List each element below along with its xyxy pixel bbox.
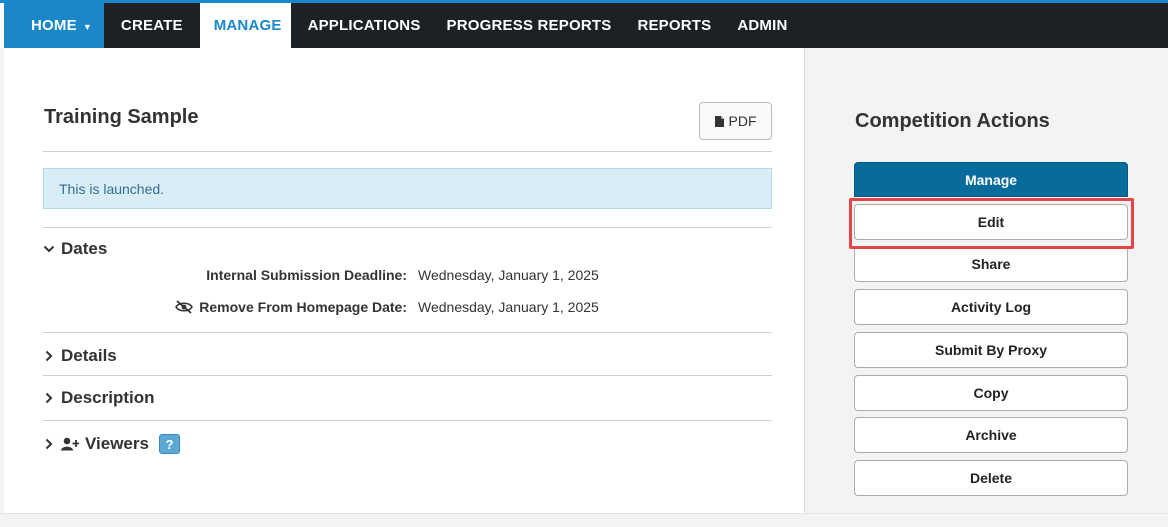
main-panel: Training Sample PDF This is launched. Da… [4,48,804,513]
section-dates-label: Dates [61,239,108,258]
nav-applications[interactable]: APPLICATIONS [295,3,434,48]
submit-by-proxy-button[interactable]: Submit By Proxy [854,332,1128,368]
section-divider [43,420,772,421]
title-divider [43,151,772,152]
section-divider [43,332,772,333]
remove-homepage-label-text: Remove From Homepage Date: [199,299,407,315]
section-dates-toggle[interactable]: Dates [43,239,107,259]
user-plus-icon [61,437,79,451]
caret-down-icon: ▼ [82,21,92,32]
pdf-button-label: PDF [728,113,757,129]
edit-button[interactable]: Edit [854,204,1128,240]
chevron-right-icon [45,350,53,362]
section-divider [43,227,772,228]
nav-reports[interactable]: REPORTS [624,3,724,48]
internal-deadline-label-text: Internal Submission Deadline: [206,267,407,283]
activity-log-button[interactable]: Activity Log [854,289,1128,325]
help-badge[interactable]: ? [158,434,180,454]
manage-button[interactable]: Manage [854,162,1128,197]
internal-deadline-value: Wednesday, January 1, 2025 [418,267,599,283]
section-divider [43,375,772,376]
share-button[interactable]: Share [854,246,1128,282]
nav-admin[interactable]: ADMIN [724,3,800,48]
status-alert: This is launched. [43,168,772,209]
nav-manage[interactable]: MANAGE [199,3,291,48]
nav-home[interactable]: HOME ▼ [4,3,104,48]
copy-button[interactable]: Copy [854,375,1128,411]
internal-deadline-label: Internal Submission Deadline: [206,267,407,283]
section-details-label: Details [61,346,117,365]
footer-bar [0,513,1168,527]
chevron-right-icon [45,438,53,450]
nav-home-label: HOME [31,17,77,34]
remove-homepage-label: Remove From Homepage Date: [175,299,407,315]
competition-actions-title: Competition Actions [855,110,1050,132]
archive-button[interactable]: Archive [854,417,1128,453]
delete-button[interactable]: Delete [854,460,1128,496]
nav-progress-reports[interactable]: PROGRESS REPORTS [434,3,625,48]
pdf-button[interactable]: PDF [699,102,772,140]
section-viewers-toggle[interactable]: Viewers ? [43,434,180,454]
chevron-down-icon [43,245,55,253]
section-details-toggle[interactable]: Details [43,346,117,366]
section-description-label: Description [61,388,155,407]
eye-slash-icon [175,300,194,314]
section-description-toggle[interactable]: Description [43,388,155,408]
chevron-right-icon [45,392,53,404]
nav-create[interactable]: CREATE [108,3,196,48]
competition-actions-panel: Competition Actions Manage Edit Share Ac… [805,48,1168,513]
page-title: Training Sample [44,106,199,128]
remove-homepage-value: Wednesday, January 1, 2025 [418,299,599,315]
top-nav: HOME ▼ CREATE MANAGE APPLICATIONS PROGRE… [4,3,1168,48]
section-viewers-label: Viewers [85,434,149,453]
file-icon [714,115,724,127]
